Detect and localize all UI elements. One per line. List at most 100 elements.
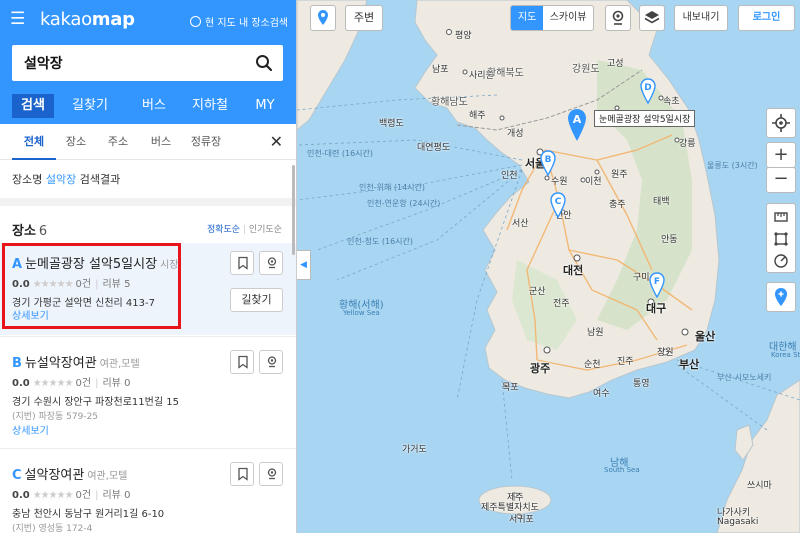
label-jinju: 진주 bbox=[617, 357, 634, 367]
item-divider bbox=[0, 336, 296, 337]
place-lot-address: (지번) 파장동 579-25 bbox=[12, 412, 99, 422]
svg-text:F: F bbox=[654, 277, 660, 287]
filter-bus[interactable]: 버스 bbox=[140, 124, 182, 160]
item-divider bbox=[0, 448, 296, 449]
pin-a-tooltip[interactable]: 눈메골광장 설악5일시장 bbox=[594, 110, 696, 127]
roadview-button[interactable] bbox=[259, 350, 283, 374]
filter-address[interactable]: 주소 bbox=[96, 124, 140, 160]
roadview-button[interactable] bbox=[259, 251, 283, 275]
directions-button[interactable]: 길찾기 bbox=[230, 288, 283, 312]
pin-c-icon: C bbox=[550, 192, 566, 219]
place-category: 여관,모텔 bbox=[87, 471, 128, 482]
search-input[interactable] bbox=[12, 45, 252, 81]
map-pin-a[interactable]: A bbox=[567, 108, 587, 145]
nearby-button[interactable]: 주변 bbox=[345, 5, 383, 31]
area-search-toggle[interactable]: 현 지도 내 장소검색 bbox=[190, 14, 288, 29]
tab-subway[interactable]: 지하철 bbox=[182, 94, 238, 118]
label-busan: 부산 bbox=[679, 358, 700, 371]
tab-directions[interactable]: 길찾기 bbox=[54, 94, 126, 118]
zoom-out-button[interactable]: − bbox=[766, 167, 796, 193]
detail-link[interactable]: 상세보기 bbox=[12, 422, 49, 437]
label-icheon: 이천 bbox=[585, 177, 602, 187]
filter-stop[interactable]: 정류장 bbox=[182, 124, 230, 160]
review-count[interactable]: 리뷰 0 bbox=[102, 490, 130, 501]
map-pin-b[interactable]: B bbox=[540, 150, 556, 179]
roadview-toggle-button[interactable] bbox=[605, 5, 631, 31]
place-item[interactable]: C 설악장여관 여관,모텔 0.0 ★★★★★ 0건 | 리뷰 0 충남 천안시 동남구 원… bbox=[0, 454, 296, 533]
search-header: ☰ kakaomap 현 지도 내 장소검색 검색 길찾기 버스 지하철 MY bbox=[0, 0, 296, 124]
collapse-panel-button[interactable]: ◀ bbox=[297, 250, 311, 280]
label-taebaek: 태백 bbox=[653, 197, 670, 207]
add-pin-icon bbox=[775, 288, 787, 306]
maptype-map-button[interactable]: 지도 bbox=[511, 6, 544, 30]
tab-search[interactable]: 검색 bbox=[12, 94, 54, 118]
review-count[interactable]: 리뷰 0 bbox=[102, 378, 130, 389]
add-place-button[interactable] bbox=[766, 282, 796, 312]
logo-suffix: map bbox=[91, 9, 135, 30]
map-pin-c[interactable]: C bbox=[550, 192, 566, 221]
label-ulsan: 울산 bbox=[695, 330, 716, 343]
current-location-button[interactable] bbox=[766, 108, 796, 138]
label-gunsan: 군산 bbox=[529, 287, 546, 297]
svg-text:A: A bbox=[573, 113, 582, 126]
bookmark-button[interactable] bbox=[230, 251, 254, 275]
place-title[interactable]: C 설악장여관 여관,모텔 bbox=[12, 464, 127, 483]
close-icon[interactable]: ✕ bbox=[270, 134, 283, 150]
kakaomap-logo[interactable]: kakaomap bbox=[40, 9, 135, 31]
label-n-hwanghae: 황해북도 bbox=[487, 68, 524, 79]
result-filter-tabs: 전체 장소 주소 버스 정류장 ✕ bbox=[0, 124, 296, 160]
label-pyongyang: 평양 bbox=[455, 31, 472, 41]
map-pin-d[interactable]: D bbox=[640, 78, 656, 107]
area-tool-button[interactable] bbox=[767, 228, 795, 250]
pin-a-icon: A bbox=[568, 109, 586, 141]
distance-tool-button[interactable] bbox=[767, 206, 795, 228]
export-button[interactable]: 내보내기 bbox=[674, 5, 728, 31]
pin-d-icon: D bbox=[640, 78, 656, 105]
search-box bbox=[12, 45, 283, 81]
bookmark-button[interactable] bbox=[230, 350, 254, 374]
label-tongyeong: 통영 bbox=[633, 379, 650, 389]
search-panel: ☰ kakaomap 현 지도 내 장소검색 검색 길찾기 버스 지하철 MY … bbox=[0, 0, 297, 533]
result-caption: 장소명 설악장 검색결과 bbox=[12, 171, 120, 187]
label-route-ulleung: 울릉도 (3시간) bbox=[707, 161, 758, 170]
label-haeju: 해주 bbox=[469, 111, 486, 121]
layers-button[interactable] bbox=[639, 5, 665, 31]
zoom-in-button[interactable]: + bbox=[766, 142, 796, 168]
place-item[interactable]: B 뉴설악장여관 여관,모텔 0.0 ★★★★★ 0건 | 리뷰 0 경기 수원시 장안구 … bbox=[0, 342, 296, 442]
label-gwangju: 광주 bbox=[530, 362, 551, 375]
my-location-button[interactable] bbox=[310, 5, 336, 31]
place-title[interactable]: B 뉴설악장여관 여관,모텔 bbox=[12, 352, 140, 371]
place-category: 여관,모텔 bbox=[99, 359, 140, 370]
bookmark-button[interactable] bbox=[230, 462, 254, 486]
map-type-toggle: 지도 스카이뷰 bbox=[510, 5, 594, 31]
tab-bus[interactable]: 버스 bbox=[126, 94, 182, 118]
map-pin-f[interactable]: F bbox=[649, 272, 665, 301]
place-name: 뉴설악장여관 bbox=[24, 356, 97, 371]
bookmark-icon bbox=[238, 467, 248, 481]
sort-popularity[interactable]: 인기도순 bbox=[249, 225, 282, 235]
label-seogwipo: 서귀포 bbox=[509, 515, 534, 525]
label-korea-strait-en: Korea St bbox=[771, 351, 800, 359]
label-suncheon: 순천 bbox=[584, 360, 601, 370]
label-gosung: 고성 bbox=[607, 59, 624, 69]
sort-accuracy[interactable]: 정확도순 bbox=[207, 225, 240, 235]
search-icon[interactable] bbox=[255, 54, 273, 72]
label-s-hwanghae: 황해남도 bbox=[431, 97, 468, 108]
login-button[interactable]: 로그인 bbox=[738, 5, 795, 31]
roadview-button[interactable] bbox=[259, 462, 283, 486]
filter-all[interactable]: 전체 bbox=[12, 124, 56, 160]
bookmark-icon bbox=[238, 256, 248, 270]
label-incheon: 인천 bbox=[501, 171, 518, 181]
sort-separator: | bbox=[242, 225, 246, 235]
rating-stars: ★★★★★ bbox=[32, 490, 74, 501]
map-view[interactable]: 평양 남포 사리원 황해북도 황해남도 해주 개성 대연평도 백령도 강원도 고… bbox=[297, 0, 800, 533]
label-daeyeonpyeong: 대연평도 bbox=[417, 143, 451, 153]
radius-tool-button[interactable] bbox=[767, 250, 795, 272]
filter-place[interactable]: 장소 bbox=[56, 124, 96, 160]
label-andong: 안동 bbox=[661, 235, 678, 245]
hamburger-icon[interactable]: ☰ bbox=[10, 10, 28, 28]
results-scrollbar[interactable] bbox=[292, 165, 295, 255]
rating-score: 0.0 bbox=[12, 490, 30, 501]
maptype-skyview-button[interactable]: 스카이뷰 bbox=[543, 6, 593, 30]
tab-my[interactable]: MY bbox=[238, 94, 292, 118]
